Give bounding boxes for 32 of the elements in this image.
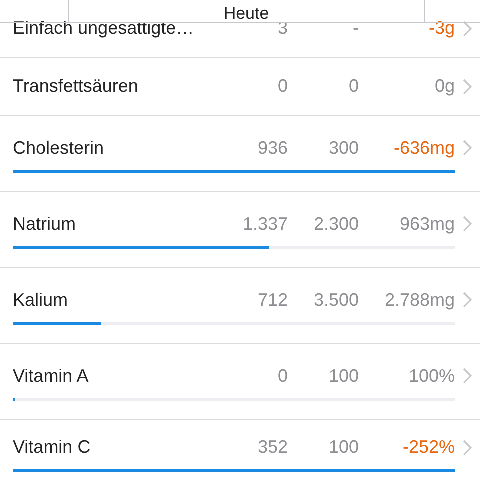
- nutrient-name: Natrium: [13, 212, 78, 236]
- chevron-right-icon[interactable]: [463, 216, 472, 232]
- nutrient-name: Vitamin A: [13, 364, 90, 388]
- chevron-right-icon[interactable]: [463, 140, 472, 156]
- goal-value: 100: [328, 364, 359, 388]
- consumed-value: 0: [276, 364, 288, 388]
- remaining-value: 0g: [434, 75, 455, 98]
- remaining-value: 963mg: [398, 212, 455, 236]
- consumed-value: 1.337: [242, 212, 288, 236]
- nutrient-name: Transfettsäuren: [13, 75, 140, 98]
- nutrient-name: Cholesterin: [13, 136, 106, 160]
- chevron-right-icon[interactable]: [463, 20, 472, 36]
- remaining-value: 100%: [408, 364, 455, 388]
- goal-value: 100: [328, 436, 359, 459]
- remaining-value: 2.788mg: [384, 288, 455, 312]
- consumed-value: 0: [276, 75, 288, 98]
- header-title: Heute: [68, 0, 425, 23]
- chevron-right-icon[interactable]: [463, 78, 472, 94]
- goal-value: 2.300: [312, 212, 359, 236]
- chevron-right-icon[interactable]: [463, 292, 472, 308]
- nutrient-name: Vitamin C: [13, 436, 92, 459]
- goal-value: 300: [328, 136, 359, 160]
- chevron-right-icon[interactable]: [463, 368, 472, 384]
- remaining-value: -636mg: [392, 136, 455, 160]
- nutrient-name: Kalium: [13, 288, 70, 312]
- consumed-value: 936: [256, 136, 288, 160]
- consumed-value: 352: [256, 436, 288, 459]
- goal-value: 3.500: [312, 288, 359, 312]
- chevron-right-icon[interactable]: [463, 440, 472, 456]
- consumed-value: 712: [256, 288, 288, 312]
- goal-value: 0: [348, 75, 359, 98]
- remaining-value: -252%: [402, 436, 455, 459]
